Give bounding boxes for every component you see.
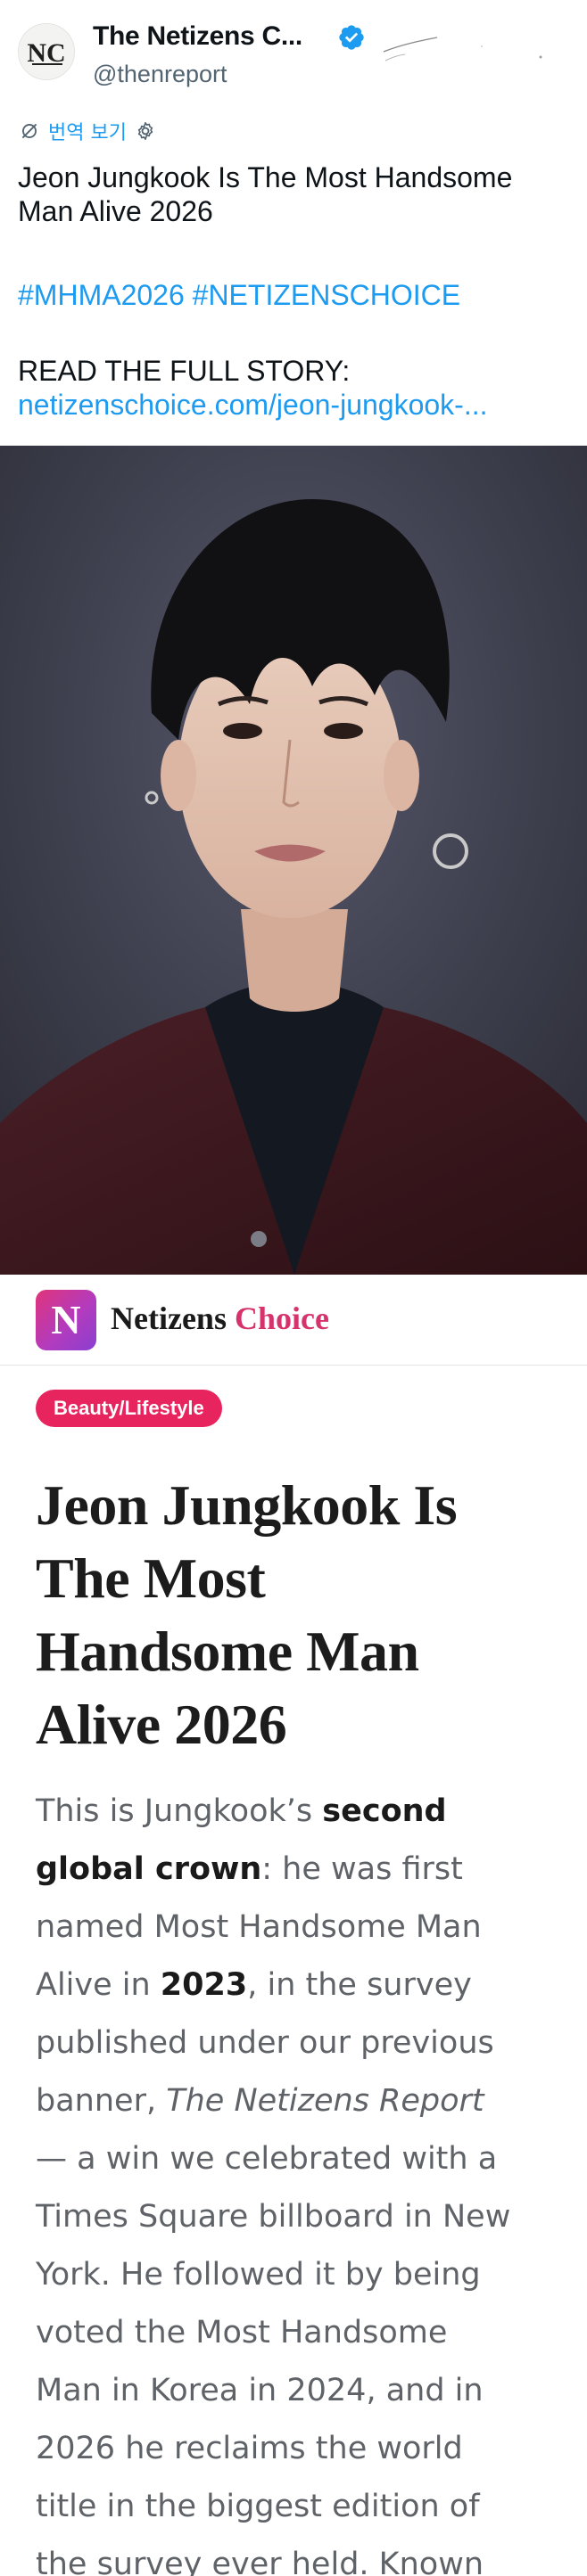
portrait-image xyxy=(0,446,587,1275)
body-line: Alive in 2023, in the survey xyxy=(36,1957,580,2014)
body-line: published under our previous xyxy=(36,2025,494,2061)
body-text: banner, xyxy=(36,2083,167,2119)
category-badge[interactable]: Beauty/Lifestyle xyxy=(36,1390,222,1427)
body-line: named Most Handsome Man xyxy=(36,1909,482,1945)
body-line: global crown: he was first xyxy=(36,1841,580,1899)
scribble-mark xyxy=(383,37,542,62)
body-line: title in the biggest edition of xyxy=(36,2489,480,2524)
settings-gear-icon[interactable] xyxy=(134,119,157,143)
article-title: Jeon Jungkook Is The Most Handsome Man A… xyxy=(36,1469,571,1761)
body-line: This is Jungkook’s second xyxy=(36,1783,580,1841)
tweet-read-more: READ THE FULL STORY: xyxy=(18,355,351,387)
body-text: : he was first xyxy=(261,1851,463,1887)
body-text: This is Jungkook’s xyxy=(36,1793,323,1829)
verified-badge-icon xyxy=(339,25,364,50)
site-name[interactable]: Netizens Choice xyxy=(111,1300,329,1337)
tweet-header: NC The Netizens C... @thenreport xyxy=(0,0,587,107)
tweet-photo[interactable] xyxy=(0,446,587,1275)
tweet-text-line: Man Alive 2026 xyxy=(18,195,213,227)
body-text: Alive in xyxy=(36,1967,161,2003)
tweet-hashtags[interactable]: #MHMA2026 #NETIZENSCHOICE xyxy=(18,278,460,312)
author-avatar[interactable]: NC xyxy=(18,23,75,80)
tweet-text: Jeon Jungkook Is The Most Handsome Man A… xyxy=(18,160,575,421)
article-title-line: Jeon Jungkook Is xyxy=(36,1473,458,1537)
article-title-line: The Most xyxy=(36,1546,266,1610)
body-italic: The Netizens Report xyxy=(166,2083,484,2119)
translate-link[interactable]: 번역 보기 xyxy=(48,117,127,145)
body-line: Times Square billboard in New xyxy=(36,2199,511,2235)
tweet-link[interactable]: netizenschoice.com/jeon-jungkook-... xyxy=(18,388,488,422)
body-bold: 2023 xyxy=(160,1967,248,2003)
body-line: York. He followed it by being xyxy=(36,2257,481,2293)
netizens-logo-icon: NC xyxy=(19,24,74,79)
translate-row: 번역 보기 xyxy=(18,116,157,146)
body-line: the survey ever held. Known xyxy=(36,2547,484,2576)
article-body: This is Jungkook’s second global crown: … xyxy=(36,1783,580,2576)
body-line: — a win we celebrated with a xyxy=(36,2141,498,2177)
body-line: voted the Most Handsome xyxy=(36,2315,448,2350)
body-bold: global crown xyxy=(36,1851,262,1887)
article-title-line: Alive 2026 xyxy=(36,1693,287,1756)
body-text: , in the survey xyxy=(247,1967,472,2003)
translate-icon xyxy=(21,123,37,139)
body-bold: second xyxy=(322,1793,447,1829)
article-title-line: Handsome Man xyxy=(36,1620,419,1683)
author-name[interactable]: The Netizens C... xyxy=(93,21,302,52)
site-name-part1: Netizens xyxy=(111,1300,227,1336)
site-logo[interactable]: N xyxy=(36,1290,96,1350)
body-line: 2026 he reclaims the world xyxy=(36,2431,463,2466)
body-line: Man in Korea in 2024, and in xyxy=(36,2373,484,2408)
body-line: banner, The Netizens Report xyxy=(36,2072,580,2130)
site-name-part2: Choice xyxy=(234,1300,329,1336)
tweet-text-line: Jeon Jungkook Is The Most Handsome xyxy=(18,161,513,193)
author-handle[interactable]: @thenreport xyxy=(93,61,227,88)
